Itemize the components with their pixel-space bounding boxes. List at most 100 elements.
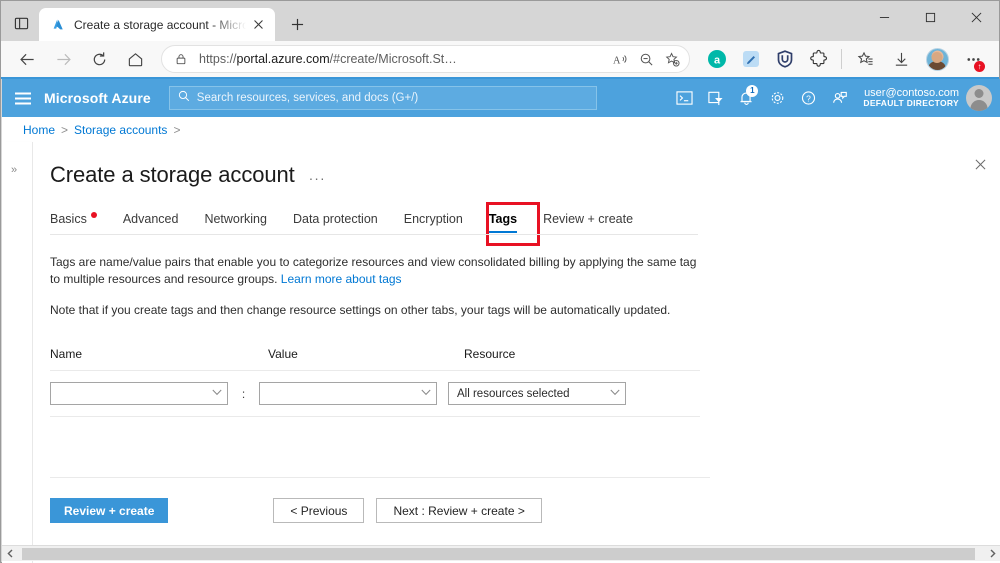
- settings-and-more-icon[interactable]: ↑: [958, 44, 988, 74]
- tags-description: Tags are name/value pairs that enable yo…: [50, 254, 698, 319]
- page-title: Create a storage account: [50, 162, 295, 187]
- tab-selected-underline: [488, 231, 518, 234]
- zoom-out-icon[interactable]: [633, 47, 659, 71]
- browser-window: Create a storage account - Micro https:/…: [0, 0, 1000, 563]
- breadcrumb-separator: >: [61, 122, 69, 137]
- tag-value-input[interactable]: [259, 382, 437, 406]
- chevron-down-icon: [421, 389, 431, 398]
- account-directory: DEFAULT DIRECTORY: [863, 98, 959, 109]
- maximize-icon[interactable]: [907, 1, 953, 33]
- minimize-icon[interactable]: [861, 1, 907, 33]
- chevron-down-icon: [212, 389, 222, 398]
- ublock-extension-icon[interactable]: [771, 45, 799, 73]
- close-icon[interactable]: [248, 15, 268, 35]
- table-header-row: Name Value Resource: [50, 347, 700, 370]
- tag-resource-select[interactable]: All resources selected: [448, 382, 626, 406]
- next-review-create-button[interactable]: Next : Review + create >: [376, 498, 542, 524]
- tab-networking[interactable]: Networking: [204, 208, 267, 235]
- browser-tab-title: Create a storage account - Micro: [74, 17, 248, 32]
- tab-basics[interactable]: Basics: [50, 208, 97, 235]
- home-icon[interactable]: [120, 44, 150, 74]
- column-header-resource: Resource: [464, 347, 516, 362]
- tags-table: Name Value Resource : All resources sele…: [50, 347, 700, 418]
- notifications-bell-icon[interactable]: 1: [731, 83, 762, 113]
- azure-portal: Microsoft Azure 1: [2, 79, 1000, 563]
- scroll-right-icon[interactable]: [984, 546, 1000, 562]
- account-info[interactable]: user@contoso.com DEFAULT DIRECTORY: [863, 87, 959, 109]
- feedback-icon[interactable]: [824, 83, 855, 113]
- breadcrumb-item-storage-accounts[interactable]: Storage accounts: [74, 123, 167, 137]
- profile-avatar-icon[interactable]: [922, 44, 952, 74]
- window-controls: [861, 1, 999, 33]
- wizard-tabs: Basics Advanced Networking Data protecti…: [50, 202, 1000, 246]
- downloads-icon[interactable]: [886, 44, 916, 74]
- cloud-shell-icon[interactable]: [669, 83, 700, 113]
- tab-list-icon[interactable]: [7, 9, 35, 37]
- azure-header-actions: 1 ? user@contoso.com DEFAULT DIRECTORY: [669, 83, 1000, 113]
- read-aloud-icon[interactable]: A: [607, 47, 633, 71]
- breadcrumb: Home > Storage accounts >: [2, 117, 1000, 142]
- tab-review-create[interactable]: Review + create: [543, 208, 633, 235]
- horizontal-scrollbar[interactable]: [2, 545, 1000, 561]
- left-rail: »: [2, 142, 33, 563]
- blade-container: » Create a storage account ··· Basics Ad…: [2, 142, 1000, 563]
- tab-tags-label: Tags: [488, 212, 518, 227]
- more-options-icon[interactable]: ···: [309, 170, 326, 186]
- puzzle-extensions-icon[interactable]: [805, 45, 833, 73]
- scrollbar-thumb[interactable]: [22, 547, 975, 560]
- tab-advanced[interactable]: Advanced: [123, 208, 179, 235]
- hamburger-menu-icon[interactable]: [2, 92, 44, 105]
- scroll-left-icon[interactable]: [2, 546, 18, 562]
- update-badge: ↑: [974, 61, 985, 72]
- required-indicator-icon: [90, 212, 97, 218]
- svg-text:A: A: [613, 55, 621, 66]
- address-bar[interactable]: https://portal.azure.com/#create/Microso…: [161, 45, 690, 73]
- editor-extension-icon[interactable]: [737, 45, 765, 73]
- description-paragraph-1: Tags are name/value pairs that enable yo…: [50, 254, 698, 288]
- learn-more-about-tags-link[interactable]: Learn more about tags: [281, 272, 402, 286]
- alexa-extension-icon[interactable]: a: [703, 45, 731, 73]
- settings-gear-icon[interactable]: [762, 83, 793, 113]
- search-icon: [178, 89, 190, 107]
- scrollbar-track[interactable]: [18, 546, 984, 562]
- tab-tags[interactable]: Tags: [488, 208, 518, 235]
- window-close-icon[interactable]: [953, 1, 999, 33]
- browser-tab[interactable]: Create a storage account - Micro: [39, 8, 275, 41]
- column-header-value: Value: [268, 347, 298, 362]
- url-prefix: https://: [199, 52, 237, 66]
- forward-arrow-icon[interactable]: [48, 44, 78, 74]
- back-arrow-icon[interactable]: [12, 44, 42, 74]
- refresh-icon[interactable]: [84, 44, 114, 74]
- review-create-button[interactable]: Review + create: [50, 498, 169, 524]
- svg-text:?: ?: [807, 93, 812, 103]
- previous-button[interactable]: < Previous: [273, 498, 365, 524]
- wizard-footer: Review + create < Previous Next : Review…: [50, 498, 1000, 524]
- close-blade-icon[interactable]: [970, 154, 990, 174]
- column-header-name: Name: [50, 347, 83, 362]
- address-bar-url: https://portal.azure.com/#create/Microso…: [199, 52, 607, 66]
- add-favorite-icon[interactable]: [659, 47, 685, 71]
- breadcrumb-item-home[interactable]: Home: [23, 123, 55, 137]
- azure-search-box[interactable]: [168, 86, 597, 110]
- expand-rail-icon[interactable]: »: [11, 164, 17, 176]
- chevron-down-icon: [610, 389, 620, 398]
- user-avatar-icon[interactable]: [966, 85, 992, 111]
- browser-toolbar: https://portal.azure.com/#create/Microso…: [1, 41, 999, 79]
- lock-icon: [172, 53, 190, 65]
- tab-data-protection[interactable]: Data protection: [293, 208, 378, 235]
- notification-badge: 1: [746, 85, 759, 97]
- breadcrumb-separator-2: >: [173, 122, 181, 137]
- page-title-row: Create a storage account ···: [33, 142, 1000, 188]
- svg-text:a: a: [714, 55, 721, 67]
- favorites-icon[interactable]: [850, 44, 880, 74]
- azure-brand[interactable]: Microsoft Azure: [44, 90, 151, 106]
- url-path: /#create/Microsoft.St…: [329, 52, 457, 66]
- description-paragraph-2: Note that if you create tags and then ch…: [50, 303, 671, 318]
- azure-top-bar: Microsoft Azure 1: [2, 79, 1000, 117]
- search-input[interactable]: [196, 92, 588, 104]
- tab-encryption[interactable]: Encryption: [404, 208, 463, 235]
- directories-subscriptions-icon[interactable]: [700, 83, 731, 113]
- help-question-icon[interactable]: ?: [793, 83, 824, 113]
- new-tab-button[interactable]: [283, 10, 311, 38]
- tag-name-input[interactable]: [50, 382, 228, 406]
